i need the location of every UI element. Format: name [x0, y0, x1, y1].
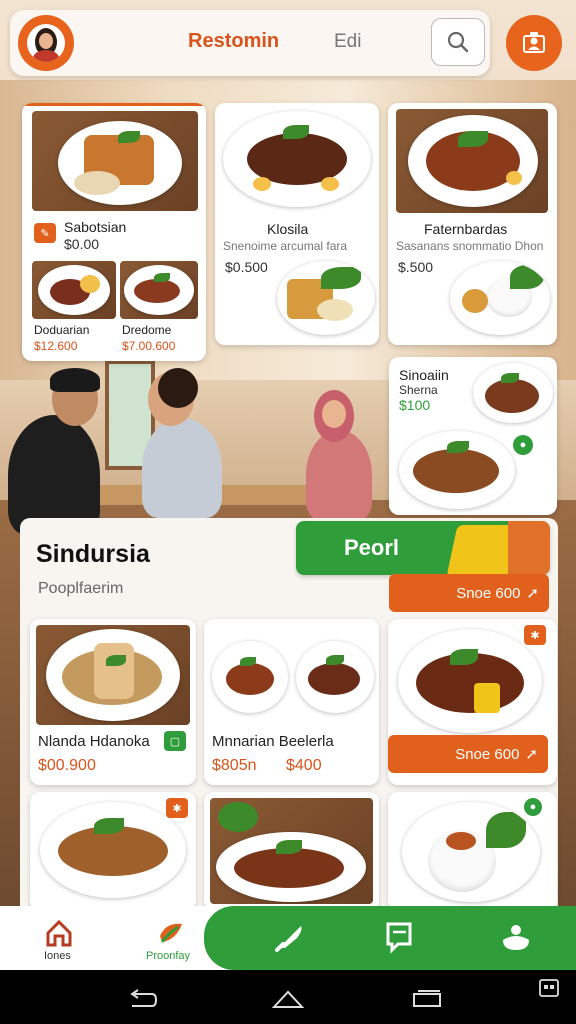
nav-label: Proonfay	[146, 950, 191, 962]
food-card[interactable]: ●	[388, 792, 557, 910]
food-price-alt: $400	[286, 757, 322, 774]
food-description: Snenoime arcumal fara	[223, 239, 348, 253]
nav-item-menu[interactable]	[374, 914, 426, 962]
profile-button[interactable]	[506, 15, 562, 71]
food-title: Nlanda Hdanoka	[38, 733, 150, 750]
featured-card[interactable]: Faternbardas Sasanans snommatio Dhon $.5…	[388, 103, 557, 345]
food-description: Sherna	[399, 383, 438, 397]
dish-icon	[503, 925, 529, 950]
nav-item-dish[interactable]	[490, 914, 542, 962]
food-title: Sabotsian	[64, 219, 127, 235]
food-price: $00.900	[38, 757, 96, 774]
food-price: $0.00	[64, 236, 100, 252]
nav-label: Iones	[44, 950, 71, 962]
nav-item-proonfay[interactable]: Proonfay	[140, 914, 204, 966]
food-card[interactable]: Mnnarian Beelerla $805n $400	[204, 619, 379, 785]
price-button[interactable]: Snoe 600 ➚	[389, 574, 549, 612]
chili-badge-icon: ✱	[524, 625, 546, 645]
veg-badge-icon: ▢	[164, 731, 186, 751]
keyboard-switch-icon[interactable]	[538, 978, 560, 1000]
featured-card[interactable]: Sinoaiin Sherna $100 ●	[389, 357, 557, 515]
back-icon[interactable]	[126, 988, 158, 1010]
nav-item-chef[interactable]	[264, 914, 316, 962]
order-button[interactable]: Peorl	[296, 521, 550, 575]
food-price: $0.500	[225, 259, 268, 275]
arrow-icon: ➚	[525, 746, 538, 763]
featured-card[interactable]: ✎ Sabotsian $0.00 Doduarian $12.600 Dred…	[22, 103, 206, 361]
search-icon	[447, 31, 469, 53]
chef-knife-icon	[275, 926, 302, 952]
food-title: Mnnarian Beelerla	[212, 733, 334, 750]
food-description: Sasanans snommatio Dhon	[396, 239, 544, 253]
food-card[interactable]: Nlanda Hdanoka ▢ $00.900	[30, 619, 196, 785]
food-price: $12.600	[34, 339, 78, 353]
tab-edi[interactable]: Edi	[334, 31, 361, 53]
restaurant-name: Sindursia	[36, 540, 150, 568]
home-button-icon[interactable]	[271, 988, 305, 1010]
app-title[interactable]: Restomin	[188, 30, 279, 53]
order-button-label: Peorl	[344, 535, 400, 560]
leaf-icon	[160, 923, 182, 943]
arrow-icon: ➚	[526, 585, 539, 602]
nav-item-home[interactable]: Iones	[30, 914, 90, 966]
veg-badge-icon: ●	[524, 798, 542, 816]
food-title: Doduarian	[34, 323, 90, 337]
food-title: Klosila	[267, 221, 309, 237]
food-title: Faternbardas	[424, 221, 508, 237]
search-button[interactable]	[431, 18, 485, 66]
food-title: Sinoaiin	[399, 367, 449, 383]
food-card[interactable]	[204, 792, 379, 910]
featured-card[interactable]: Klosila Snenoime arcumal fara $0.500	[215, 103, 379, 345]
food-price: $.500	[398, 259, 434, 275]
food-card[interactable]: ✱	[30, 792, 196, 910]
restaurant-subtitle: Pooplfaerim	[38, 580, 124, 597]
veg-badge-icon: ●	[513, 435, 533, 455]
price-button-label: Snoe 600	[456, 584, 521, 602]
price-button-label: Snoe 600	[455, 745, 520, 763]
food-price: $7.00.600	[122, 339, 176, 353]
food-price: $100	[399, 397, 431, 413]
profile-icon	[523, 32, 545, 53]
system-navigation-bar	[0, 970, 576, 1024]
home-icon	[46, 919, 72, 947]
spice-badge-icon: ✎	[34, 223, 56, 243]
food-card[interactable]: ✱ Snoe 600 ➚	[388, 619, 557, 785]
food-title: Dredome	[122, 323, 172, 337]
chili-badge-icon: ✱	[166, 798, 188, 818]
food-price: $805n	[212, 757, 257, 774]
menu-book-icon	[386, 922, 412, 954]
user-avatar-icon[interactable]	[18, 15, 74, 71]
recents-icon[interactable]	[410, 988, 444, 1010]
price-button[interactable]: Snoe 600 ➚	[388, 735, 548, 773]
